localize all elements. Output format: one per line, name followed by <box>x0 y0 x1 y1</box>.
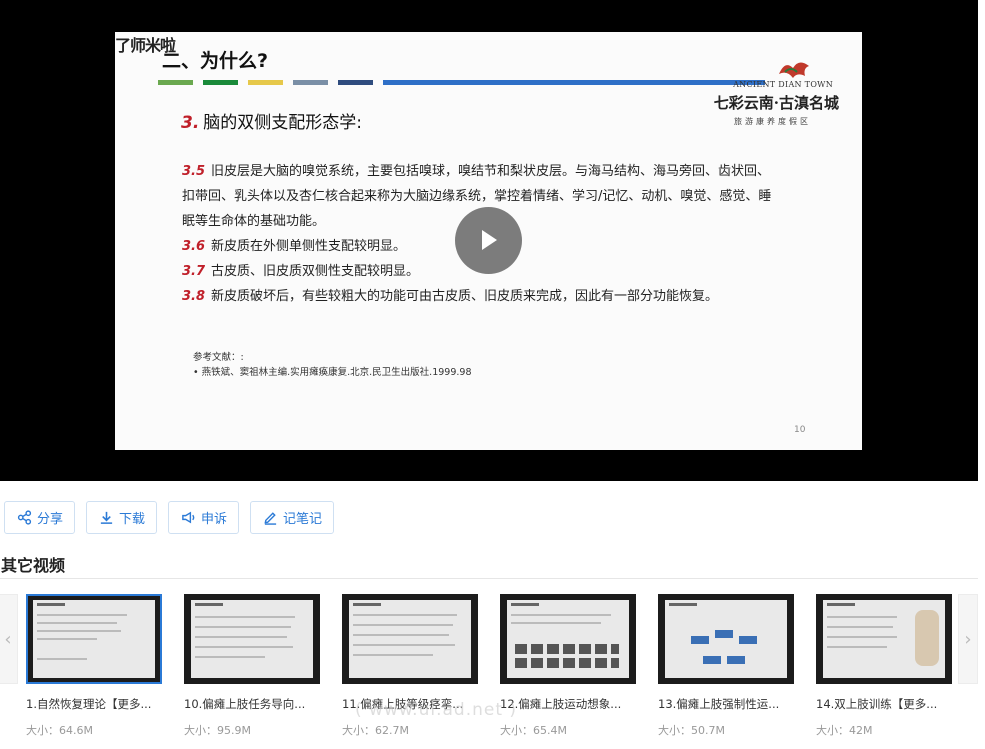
video-thumbnail[interactable] <box>26 594 162 684</box>
video-card[interactable]: 1.自然恢复理论【更多... 大小：64.6M <box>26 594 162 738</box>
action-bar: 分享 下载 申诉 记笔记 <box>4 501 335 534</box>
video-thumbnail[interactable] <box>184 594 320 684</box>
appeal-label: 申诉 <box>201 512 228 527</box>
item-number: 3.8 <box>182 289 206 304</box>
slide-heading: 二、为什么? <box>162 50 269 72</box>
video-size: 大小：65.4M <box>500 724 567 737</box>
video-size: 大小：42M <box>816 724 873 737</box>
play-button[interactable] <box>455 207 522 274</box>
slide-page-number: 10 <box>794 425 806 435</box>
video-size: 大小：50.7M <box>658 724 725 737</box>
video-size: 大小：62.7M <box>342 724 409 737</box>
prev-arrow-button[interactable]: ‹ <box>0 594 18 684</box>
video-card[interactable]: 10.偏瘫上肢任务导向... 大小：95.9M <box>184 594 320 738</box>
play-icon <box>482 230 497 250</box>
video-card[interactable]: 13.偏瘫上肢强制性运... 大小：50.7M <box>658 594 794 738</box>
video-thumbnail[interactable] <box>500 594 636 684</box>
take-notes-button[interactable]: 记笔记 <box>250 501 335 534</box>
video-carousel: 1.自然恢复理论【更多... 大小：64.6M 10.偏瘫上肢任务导向... 大… <box>26 594 966 744</box>
chevron-left-icon: ‹ <box>4 628 12 650</box>
slide-item: 3.8 新皮质破坏后，有些较粗大的功能可由古皮质、旧皮质来完成，因此有一部分功能恢… <box>182 284 782 309</box>
video-title[interactable]: 12.偏瘫上肢运动想象... <box>500 696 636 712</box>
thumbnail-preview <box>507 600 629 678</box>
logo-subtitle: 旅游康养度假区 <box>734 117 811 126</box>
color-bars <box>158 80 765 85</box>
reference-item: • 燕铁斌、窦祖林主编.实用瘫痪康复.北京.民卫生出版社.1999.98 <box>193 367 472 378</box>
megaphone-icon <box>182 511 195 524</box>
thumbnail-preview <box>33 600 155 678</box>
item-number: 3.7 <box>182 264 206 279</box>
logo-chinese: 七彩云南·古滇名城 <box>713 94 839 112</box>
thumbnail-preview <box>665 600 787 678</box>
video-card[interactable]: 14.双上肢训练【更多... 大小：42M <box>816 594 952 738</box>
share-icon <box>17 510 32 525</box>
item-number: 3.5 <box>182 164 206 179</box>
item-number: 3.6 <box>182 239 206 254</box>
download-label: 下载 <box>119 512 146 527</box>
video-title[interactable]: 14.双上肢训练【更多... <box>816 696 952 712</box>
video-thumbnail[interactable] <box>658 594 794 684</box>
share-button[interactable]: 分享 <box>4 501 76 534</box>
item-text: 新皮质破坏后，有些较粗大的功能可由古皮质、旧皮质来完成，因此有一部分功能恢复。 <box>211 289 719 304</box>
video-size: 大小：95.9M <box>184 724 251 737</box>
video-size: 大小：64.6M <box>26 724 93 737</box>
appeal-button[interactable]: 申诉 <box>168 501 240 534</box>
divider <box>0 578 978 579</box>
logo-emblem-icon <box>779 62 809 78</box>
references-title: 参考文献：: <box>193 352 244 363</box>
download-icon <box>100 511 113 524</box>
video-title[interactable]: 1.自然恢复理论【更多... <box>26 696 162 712</box>
references: 参考文献：: • 燕铁斌、窦祖林主编.实用瘫痪康复.北京.民卫生出版社.1999… <box>193 350 472 380</box>
item-text: 新皮质在外侧单侧性支配较明显。 <box>211 239 407 254</box>
share-label: 分享 <box>37 512 64 527</box>
section-title-text: 脑的双侧支配形态学: <box>203 113 363 133</box>
logo-english: ANCIENT DIAN TOWN <box>733 80 833 89</box>
thumbnail-preview <box>823 600 945 678</box>
pen-icon <box>264 512 277 525</box>
thumbnail-preview <box>191 600 313 678</box>
video-title[interactable]: 10.偏瘫上肢任务导向... <box>184 696 320 712</box>
thumbnail-preview <box>349 600 471 678</box>
item-text: 古皮质、旧皮质双侧性支配较明显。 <box>211 264 420 279</box>
video-thumbnail[interactable] <box>816 594 952 684</box>
other-videos-title: 其它视频 <box>1 556 66 575</box>
section-number: 3. <box>181 113 200 133</box>
overlay-watermark: ( www.ui.ad.net ) <box>355 700 518 720</box>
download-button[interactable]: 下载 <box>86 501 158 534</box>
brand-logo: ANCIENT DIAN TOWN 七彩云南·古滇名城 旅游康养度假区 <box>711 58 851 132</box>
video-player[interactable]: 了师米啦 二、为什么? ANCIENT DIAN TOWN 七彩云南·古滇名城 … <box>0 0 978 481</box>
video-card[interactable]: 12.偏瘫上肢运动想象... 大小：65.4M <box>500 594 636 738</box>
video-thumbnail[interactable] <box>342 594 478 684</box>
section-title: 3. 脑的双侧支配形态学: <box>181 108 362 133</box>
video-title[interactable]: 13.偏瘫上肢强制性运... <box>658 696 794 712</box>
take-notes-label: 记笔记 <box>283 512 323 527</box>
